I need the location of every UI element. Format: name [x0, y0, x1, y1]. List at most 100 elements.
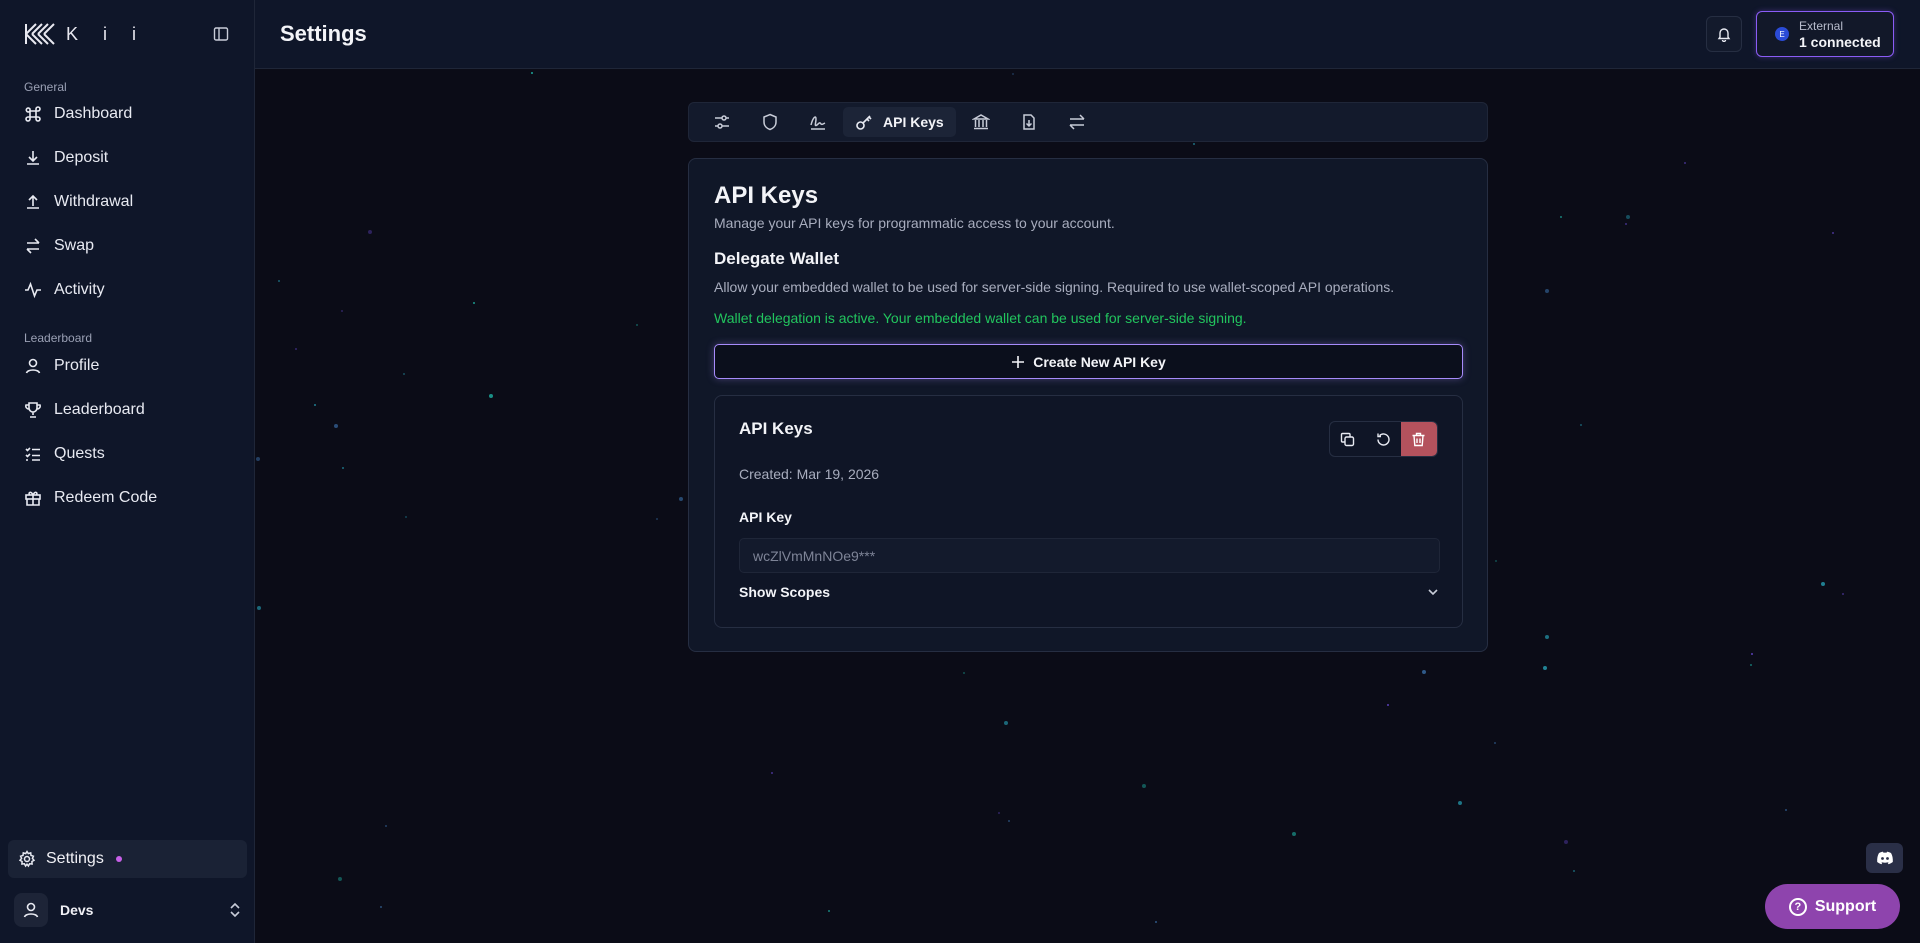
sidebar-item-profile[interactable]: Profile: [18, 349, 246, 383]
sidebar-item-activity[interactable]: Activity: [18, 273, 246, 307]
gear-icon: [18, 850, 36, 868]
user-menu-button[interactable]: Devs: [14, 893, 242, 927]
api-key-field[interactable]: [739, 538, 1440, 573]
settings-tabbar: API Keys: [688, 102, 1488, 142]
external-wallet-button[interactable]: E External 1 connected: [1756, 11, 1894, 57]
sidebar-item-swap[interactable]: Swap: [18, 229, 246, 263]
create-api-key-button[interactable]: Create New API Key: [714, 344, 1463, 379]
notification-dot: [115, 856, 122, 862]
user-icon: [25, 358, 41, 374]
background-star: [380, 906, 382, 908]
sidebar-item-deposit[interactable]: Deposit: [18, 141, 246, 175]
tab-signing[interactable]: [795, 107, 841, 137]
discord-button[interactable]: [1866, 843, 1903, 873]
background-star: [1750, 664, 1752, 666]
background-star: [385, 825, 387, 827]
sidebar-item-label: Settings: [46, 850, 104, 867]
user-name: Devs: [60, 902, 94, 918]
sidebar-item-redeem-code[interactable]: Redeem Code: [18, 481, 246, 515]
background-star: [1842, 593, 1844, 595]
sidebar-toggle-button[interactable]: [212, 25, 230, 43]
tab-preferences[interactable]: [699, 107, 745, 137]
background-star: [1422, 670, 1426, 674]
download-icon: [27, 151, 39, 165]
sidebar-item-quests[interactable]: Quests: [18, 437, 246, 471]
support-label: Support: [1814, 897, 1877, 915]
background-star: [679, 497, 683, 501]
show-scopes-label: Show Scopes: [739, 584, 831, 600]
delete-key-button[interactable]: [1400, 422, 1437, 456]
external-badge: E: [1775, 27, 1789, 41]
background-star: [1543, 666, 1547, 670]
tab-banking[interactable]: [958, 107, 1004, 137]
background-star: [1580, 424, 1582, 426]
background-star: [1625, 223, 1627, 225]
tab-transfers[interactable]: [1054, 107, 1100, 137]
tab-api-keys[interactable]: API Keys: [843, 107, 956, 137]
sidebar-item-label: Redeem Code: [54, 489, 158, 506]
api-key-created: Created: Mar 19, 2026: [739, 466, 880, 482]
upload-icon: [27, 194, 39, 209]
help-icon: ?: [1788, 897, 1807, 916]
section-label-general: General: [24, 80, 67, 94]
background-star: [1573, 870, 1575, 872]
background-star: [1564, 840, 1568, 844]
kii-logo-icon: [25, 23, 55, 45]
regenerate-key-button[interactable]: [1365, 422, 1400, 456]
sidebar-item-withdrawal[interactable]: Withdrawal: [18, 185, 246, 219]
sidebar-item-dashboard[interactable]: Dashboard: [18, 97, 246, 131]
sidebar-item-settings[interactable]: Settings: [8, 840, 247, 878]
delegate-wallet-status: Wallet delegation is active. Your embedd…: [714, 310, 1247, 326]
sidebar-item-leaderboard[interactable]: Leaderboard: [18, 393, 246, 427]
swap-icon: [26, 238, 40, 254]
sliders-icon: [715, 115, 729, 129]
signature-icon: [810, 116, 826, 130]
background-star: [1142, 784, 1146, 788]
sidebar-item-label: Swap: [54, 237, 95, 254]
tab-export[interactable]: [1006, 107, 1052, 137]
app-logo[interactable]: K i i: [24, 23, 146, 45]
background-star: [489, 394, 493, 398]
background-star: [1008, 820, 1010, 822]
delegate-wallet-description: Allow your embedded wallet to be used fo…: [714, 279, 1395, 295]
shield-icon: [763, 113, 777, 131]
background-star: [314, 404, 316, 406]
top-header: Settings E External 1 connected: [255, 0, 1920, 69]
sidebar-item-label: Quests: [54, 445, 105, 462]
background-star: [1751, 653, 1753, 655]
support-button[interactable]: ? Support: [1765, 884, 1900, 929]
background-star: [1832, 232, 1834, 234]
api-key-title: API Keys: [739, 419, 813, 438]
discord-icon: [1876, 851, 1893, 865]
background-star: [1545, 289, 1549, 293]
background-star: [1155, 921, 1157, 923]
background-star: [1292, 832, 1296, 836]
background-star: [278, 280, 280, 282]
file-download-icon: [1022, 114, 1035, 130]
api-key-item: API Keys Created: Mar 19, 2026 API Key S…: [714, 395, 1463, 628]
background-star: [403, 373, 405, 375]
notifications-button[interactable]: [1706, 16, 1742, 52]
gift-icon: [25, 491, 41, 506]
background-star: [1495, 560, 1497, 562]
background-star: [368, 230, 372, 234]
background-star: [1012, 73, 1014, 75]
show-scopes-toggle[interactable]: Show Scopes: [739, 580, 1440, 604]
rotate-ccw-icon: [1376, 432, 1390, 446]
card-title: API Keys: [714, 182, 819, 209]
background-star: [1193, 143, 1195, 145]
avatar: [14, 893, 48, 927]
user-icon: [23, 902, 39, 918]
background-star: [334, 424, 338, 428]
copy-key-button[interactable]: [1330, 422, 1365, 456]
chevrons-up-down-icon: [230, 902, 240, 918]
sidebar-item-label: Dashboard: [54, 105, 133, 122]
background-star: [1684, 162, 1686, 164]
panel-left-icon: [213, 27, 229, 41]
trash-icon: [1412, 432, 1425, 446]
background-star: [531, 72, 533, 74]
background-star: [1387, 704, 1389, 706]
section-label-leaderboard: Leaderboard: [24, 331, 93, 345]
list-checks-icon: [25, 447, 40, 461]
tab-security[interactable]: [747, 107, 793, 137]
